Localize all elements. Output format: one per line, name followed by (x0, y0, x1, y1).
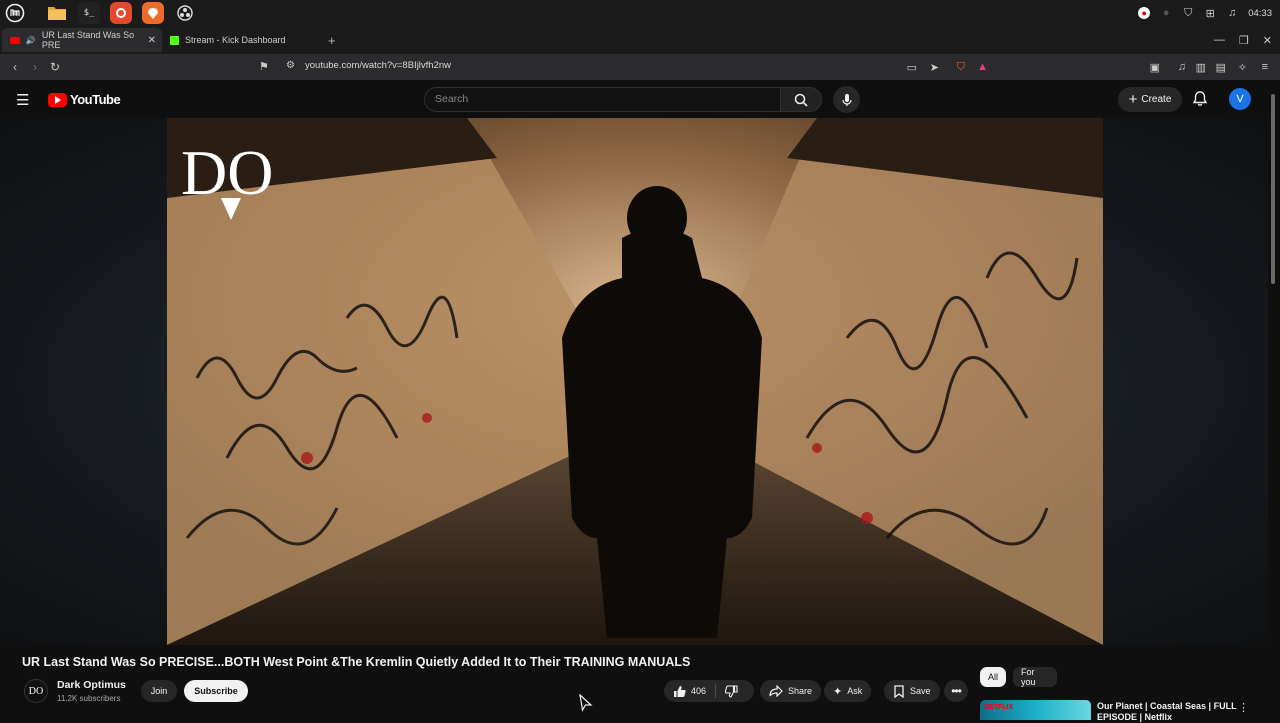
notifications-bell-icon[interactable] (1192, 90, 1208, 112)
close-tab-icon[interactable]: ✕ (148, 35, 156, 46)
chip-all[interactable]: All (980, 667, 1006, 687)
brave-shield-icon[interactable]: ⛉ (957, 61, 965, 74)
new-tab-icon[interactable]: + (328, 33, 336, 48)
circle-tray-icon[interactable]: ● (1160, 7, 1172, 19)
recommendation-thumbnail[interactable]: NETFLIX (980, 700, 1091, 720)
youtube-wordmark: YouTube (70, 92, 121, 107)
more-horizontal-icon: ••• (951, 684, 962, 698)
share-icon (769, 685, 783, 697)
sparkle-icon: ✦ (833, 685, 843, 698)
leo-icon[interactable]: ✧ (1238, 61, 1247, 74)
like-count: 406 (691, 686, 707, 696)
send-icon[interactable]: ➤ (930, 61, 939, 74)
music-icon[interactable]: ♫ (1226, 7, 1238, 19)
mint-menu-icon[interactable] (4, 2, 26, 24)
thumbs-down-icon[interactable] (725, 684, 738, 698)
plus-icon: + (1128, 90, 1138, 108)
network-icon[interactable]: ⊞ (1204, 7, 1216, 20)
address-bar: ‹ › ↻ ⚑ ⚙ youtube.com/watch?v=8BIjlvfh2n… (0, 54, 1280, 80)
share-button[interactable]: Share (760, 680, 822, 702)
recommendation-menu-icon[interactable]: ⋮ (1238, 701, 1249, 714)
reload-icon[interactable]: ↻ (45, 60, 65, 74)
ask-label: Ask (847, 686, 863, 696)
clock[interactable]: 04:33 (1248, 8, 1272, 19)
like-button[interactable]: 406 (673, 685, 706, 698)
search-icon (794, 93, 808, 107)
sidebar-toggle-icon[interactable]: ▣ (1150, 61, 1160, 74)
scrollbar-thumb[interactable] (1271, 94, 1275, 284)
thumbs-up-icon (674, 685, 686, 697)
tab-kick[interactable]: Stream - Kick Dashboard (162, 28, 322, 52)
create-button[interactable]: + Create (1118, 87, 1182, 112)
terminal-icon[interactable]: $_ (78, 2, 100, 24)
brave-rewards-icon[interactable]: ▲ (977, 61, 988, 73)
tab-youtube[interactable]: 🔊 UR Last Stand Was So PRE ✕ (2, 28, 162, 52)
join-button[interactable]: Join (141, 680, 177, 702)
os-taskbar: $_ ● ● ⛉ ⊞ ♫ 04:33 (0, 0, 1280, 26)
video-frame: DO (167, 118, 1103, 645)
channel-avatar[interactable]: DO (24, 679, 48, 703)
mouse-cursor-icon (579, 694, 593, 712)
media-icon[interactable]: ♫ (1178, 61, 1186, 73)
more-actions-button[interactable]: ••• (944, 680, 968, 702)
video-title: UR Last Stand Was So PRECISE...BOTH West… (22, 655, 691, 669)
video-player[interactable]: DO (167, 118, 1103, 645)
reader-icon[interactable]: ▥ (1196, 61, 1206, 74)
cast-icon[interactable]: ▭ (907, 61, 917, 74)
url-text[interactable]: youtube.com/watch?v=8BIjlvfh2nw (305, 60, 451, 71)
maximize-icon[interactable]: ❐ (1239, 34, 1249, 47)
page-scrollbar[interactable] (1270, 90, 1276, 720)
search-button[interactable] (780, 87, 822, 112)
ask-button[interactable]: ✦ Ask (824, 680, 872, 702)
account-avatar[interactable]: V (1229, 88, 1251, 110)
youtube-favicon-icon (10, 36, 20, 44)
browser-tab-bar: 🔊 UR Last Stand Was So PRE ✕ Stream - Ki… (0, 26, 1280, 54)
youtube-header: ☰ YouTube Search + Create V (0, 80, 1280, 118)
obs-tray-icon[interactable]: ● (1138, 7, 1151, 19)
save-playlist-icon (894, 684, 904, 698)
menu-icon[interactable]: ≡ (1262, 61, 1268, 73)
netflix-badge: NETFLIX (984, 704, 1014, 711)
kick-favicon-icon (170, 35, 179, 45)
wallet-icon[interactable]: ▤ (1216, 61, 1226, 74)
video-player-area: DO (0, 118, 1268, 645)
save-button[interactable]: Save (884, 680, 940, 702)
tab-label: Stream - Kick Dashboard (185, 35, 286, 45)
bookmark-icon[interactable]: ⚑ (259, 60, 269, 73)
obs-icon[interactable] (174, 2, 196, 24)
close-window-icon[interactable]: ✕ (1263, 34, 1272, 47)
create-label: Create (1141, 94, 1172, 105)
minimize-icon[interactable]: — (1214, 34, 1225, 46)
like-separator (715, 684, 717, 698)
chip-for-you[interactable]: For you (1013, 667, 1057, 687)
speaker-icon[interactable]: 🔊 (26, 36, 36, 45)
youtube-logo[interactable]: YouTube (48, 92, 121, 107)
files-icon[interactable] (46, 2, 68, 24)
subscriber-count: 11.2K subscribers (57, 694, 121, 703)
forward-icon[interactable]: › (25, 60, 45, 74)
site-info-icon[interactable]: ⚙ (286, 60, 295, 71)
microphone-icon (841, 93, 852, 106)
youtube-play-icon (48, 92, 67, 107)
search-input[interactable]: Search (424, 87, 780, 112)
channel-name[interactable]: Dark Optimus (57, 679, 126, 691)
back-icon[interactable]: ‹ (5, 60, 25, 74)
brave-icon[interactable] (142, 2, 164, 24)
like-dislike-group: 406 (664, 680, 754, 702)
voice-search-button[interactable] (833, 86, 860, 113)
share-label: Share (788, 686, 813, 696)
firefox-icon[interactable] (110, 2, 132, 24)
channel-watermark: DO (181, 137, 273, 208)
hamburger-menu-icon[interactable]: ☰ (16, 91, 29, 109)
tab-label: UR Last Stand Was So PRE (41, 30, 135, 50)
subscribe-button[interactable]: Subscribe (184, 680, 248, 702)
save-label: Save (910, 686, 931, 696)
shield-icon[interactable]: ⛉ (1182, 7, 1194, 19)
